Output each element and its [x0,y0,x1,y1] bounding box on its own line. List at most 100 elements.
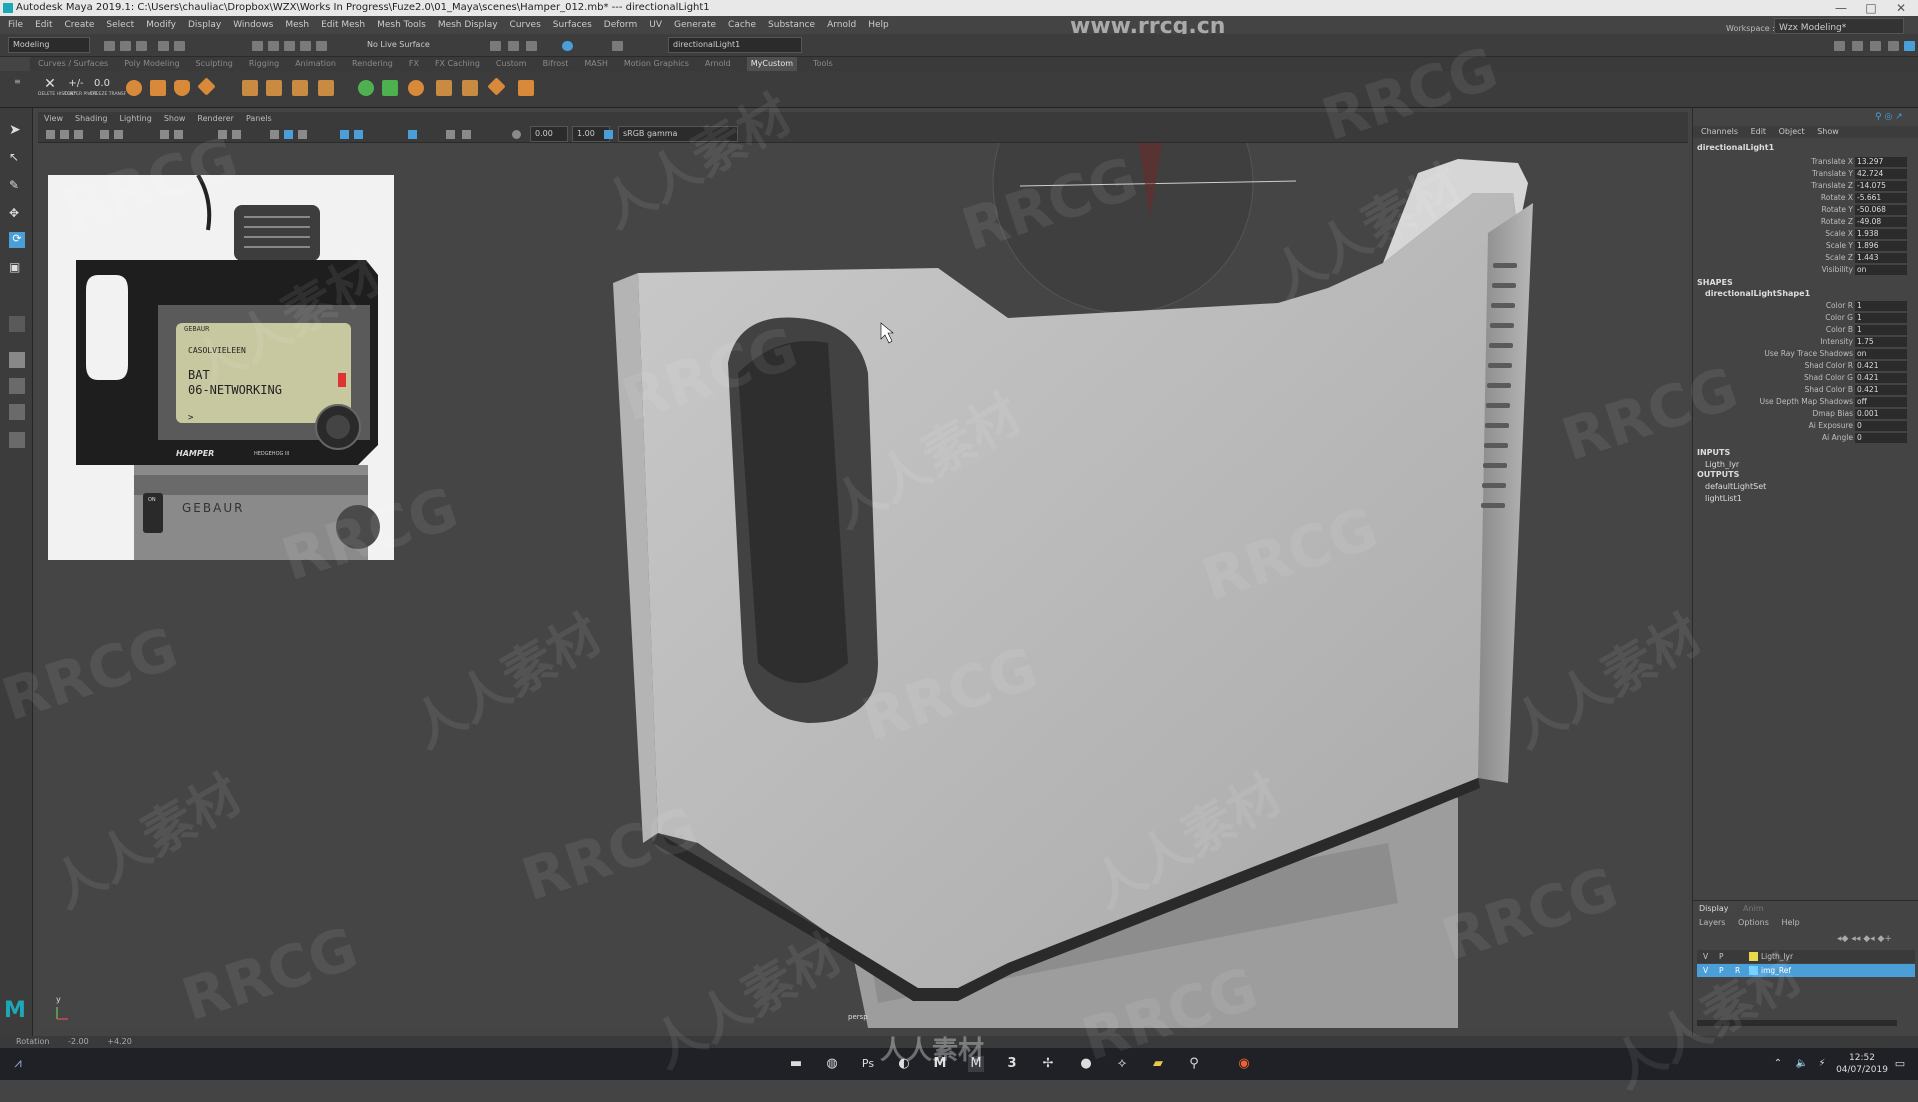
bevel-icon[interactable] [292,80,308,96]
channel-box-icons[interactable]: ⚲ ◎ ↗ [1875,112,1903,122]
panel-toggle-icon[interactable] [1834,41,1845,51]
grid-icon[interactable] [160,130,169,139]
ipr-render-icon[interactable] [508,41,519,51]
render-settings-icon[interactable] [526,41,537,51]
hud-icon[interactable] [462,130,471,139]
search-app-icon[interactable]: ⚲ [1186,1056,1202,1072]
menu-edit[interactable]: Edit [35,16,52,34]
menu-generate[interactable]: Generate [674,16,716,34]
two-d-pan-zoom-icon[interactable] [114,130,123,139]
snap-point-icon[interactable] [284,41,295,51]
textured-icon[interactable] [284,130,293,139]
shelf-tab-arnold[interactable]: Arnold [705,57,731,71]
hypershade-icon[interactable] [562,41,573,51]
output-node[interactable]: lightList1 [1705,494,1742,503]
marmoset-icon[interactable]: ✢ [1040,1056,1056,1072]
channel-row[interactable]: Rotate Z -49.08 [1693,216,1918,228]
shelf-tab-fx-caching[interactable]: FX Caching [435,57,480,71]
shelf-tab-sculpting[interactable]: Sculpting [196,57,233,71]
save-scene-icon[interactable] [136,41,147,51]
modeling-toolkit-icon[interactable] [1904,41,1915,51]
channel-box-tab-channels[interactable]: Channels [1701,127,1738,136]
poly-sphere-icon[interactable] [126,80,142,96]
paint-select-tool-icon[interactable]: ✎ [9,178,25,194]
menu-edit-mesh[interactable]: Edit Mesh [321,16,365,34]
menu-uv[interactable]: UV [649,16,662,34]
viewport-menu-shading[interactable]: Shading [75,112,108,126]
snap-view-icon[interactable] [300,41,311,51]
snap-curve-icon[interactable] [268,41,279,51]
layer-menu-options[interactable]: Options [1738,918,1769,927]
channel-row[interactable]: Color R1 [1693,300,1918,312]
pause-icon[interactable] [612,41,623,51]
mirror-icon[interactable] [462,80,478,96]
recording-icon[interactable]: ◉ [1236,1056,1252,1072]
menu-create[interactable]: Create [65,16,95,34]
menu-mesh[interactable]: Mesh [285,16,309,34]
selected-object-field[interactable]: directionalLight1 [668,37,802,53]
uv-editor-icon[interactable] [382,80,398,96]
menu-select[interactable]: Select [106,16,134,34]
open-scene-icon[interactable] [120,41,131,51]
persp-outliner-layout-icon[interactable] [9,404,25,420]
input-node[interactable]: Ligth_lyr [1705,460,1739,469]
shelf-tab-curves-surfaces[interactable]: Curves / Surfaces [38,57,108,71]
viewport-menu-renderer[interactable]: Renderer [197,112,234,126]
channel-row[interactable]: Visibility on [1693,264,1918,276]
output-node[interactable]: defaultLightSet [1705,482,1766,491]
poly-cylinder-icon[interactable] [174,80,190,96]
menu-substance[interactable]: Substance [768,16,815,34]
channel-row[interactable]: Translate Z -14.075 [1693,180,1918,192]
xray-joints-icon[interactable] [446,130,455,139]
tool-settings-toggle-icon[interactable] [1870,41,1881,51]
viewport-menu-show[interactable]: Show [164,112,186,126]
move-tool-icon[interactable]: ✥ [9,206,25,222]
outliner-icon[interactable] [9,432,25,448]
maximize-button[interactable]: □ [1856,0,1886,16]
mode-select[interactable]: Modeling [8,37,90,53]
menu-cache[interactable]: Cache [728,16,756,34]
poly-cube-icon[interactable] [150,80,166,96]
maya-taskbar-logo-icon[interactable]: ⩘ [10,1056,26,1072]
combine-icon[interactable] [408,80,424,96]
menu-mesh-tools[interactable]: Mesh Tools [377,16,426,34]
channel-box-toggle-icon[interactable] [1888,41,1899,51]
render-icon[interactable] [490,41,501,51]
channel-row[interactable]: Scale Z 1.443 [1693,252,1918,264]
rotate-tool-icon[interactable]: ⟳ [9,232,25,248]
shape-name[interactable]: directionalLightShape1 [1705,289,1810,298]
last-tool-icon[interactable] [9,316,25,332]
menu-deform[interactable]: Deform [604,16,637,34]
bridge-icon[interactable] [266,80,282,96]
menu-help[interactable]: Help [868,16,889,34]
menu-curves[interactable]: Curves [510,16,541,34]
undo-icon[interactable] [158,41,169,51]
snap-grid-icon[interactable] [252,41,263,51]
shelf-tab-mycustom[interactable]: MyCustom [746,57,798,71]
menu-file[interactable]: File [8,16,23,34]
single-perspective-layout-icon[interactable] [9,352,25,368]
menu-modify[interactable]: Modify [146,16,176,34]
smooth-icon[interactable] [358,80,374,96]
viewport-menu-view[interactable]: View [44,112,63,126]
channel-row[interactable]: Color G1 [1693,312,1918,324]
shelf-tab-fx[interactable]: FX [409,57,419,71]
clock[interactable]: 12:52 04/07/2019 [1832,1052,1892,1076]
channel-row[interactable]: Intensity 1.75 [1693,336,1918,348]
shelf-tab-rigging[interactable]: Rigging [249,57,279,71]
menu-mesh-display[interactable]: Mesh Display [438,16,498,34]
channel-row[interactable]: Translate X 13.297 [1693,156,1918,168]
shelf-tab-rendering[interactable]: Rendering [352,57,393,71]
lasso-tool-icon[interactable]: ↖ [9,150,25,166]
network-icon[interactable]: ⚡ [1814,1056,1830,1072]
notifications-icon[interactable]: ▭ [1892,1056,1908,1072]
image-plane-icon[interactable] [100,130,109,139]
viewport-menu-lighting[interactable]: Lighting [119,112,151,126]
camera-select-icon[interactable] [46,130,55,139]
layer-buttons[interactable]: ◂◆ ◂◂ ◆◂ ◆+ [1837,934,1892,944]
3dsmax-icon[interactable]: 3 [1004,1056,1020,1072]
tray-overflow-icon[interactable]: ⌃ [1770,1056,1786,1072]
shelf-tab-poly-modeling[interactable]: Poly Modeling [124,57,179,71]
channel-row[interactable]: Scale Y 1.896 [1693,240,1918,252]
ambient-occlusion-icon[interactable] [354,130,363,139]
